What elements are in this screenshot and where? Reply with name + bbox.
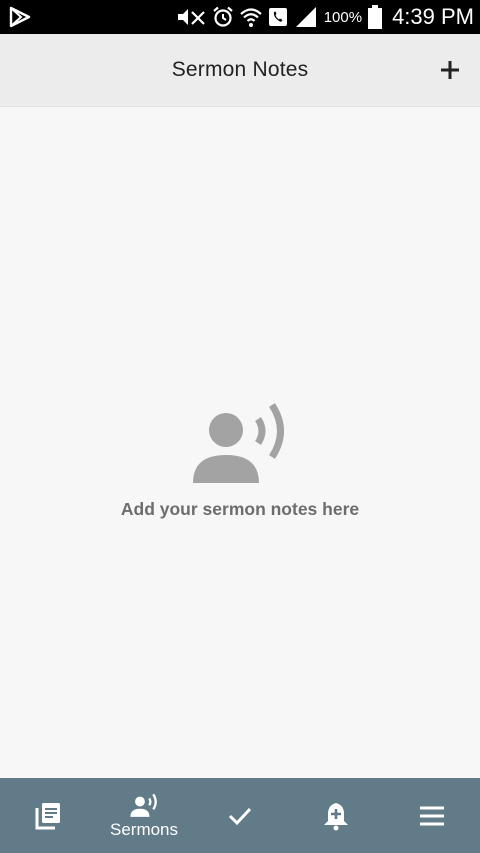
battery-percent: 100% (323, 8, 363, 26)
nav-menu[interactable] (384, 778, 480, 853)
bottom-nav: Sermons (0, 778, 480, 853)
alarm-icon (212, 6, 233, 27)
empty-state-message: Add your sermon notes here (120, 499, 360, 519)
add-sermon-button[interactable] (438, 58, 462, 82)
play-store-icon (9, 6, 31, 28)
notes-icon (35, 802, 60, 829)
nav-sermons-label: Sermons (109, 819, 179, 839)
plus-icon (441, 61, 459, 79)
empty-state: Add your sermon notes here (0, 397, 480, 520)
wifi-call-icon (239, 8, 262, 27)
nav-sermons[interactable]: Sermons (96, 778, 192, 853)
phone-icon (268, 8, 287, 26)
status-bar: 100% 4:39 PM (0, 0, 480, 34)
nav-reminders[interactable] (288, 778, 384, 853)
menu-icon (420, 806, 444, 825)
nav-notes[interactable] (0, 778, 96, 853)
battery-icon (368, 5, 383, 29)
status-icons: 100% 4:39 PM (176, 0, 474, 34)
content-area: Add your sermon notes here (0, 107, 480, 778)
clock: 4:39 PM (392, 4, 474, 29)
page-title: Sermon Notes (171, 58, 309, 81)
bell-add-icon (324, 802, 348, 830)
person-speaking-icon (193, 403, 284, 483)
signal-icon (295, 7, 316, 27)
sermons-icon (130, 793, 157, 817)
check-icon (228, 807, 252, 825)
app-header: Sermon Notes (0, 34, 480, 107)
nav-check[interactable] (192, 778, 288, 853)
mute-icon (177, 9, 205, 25)
